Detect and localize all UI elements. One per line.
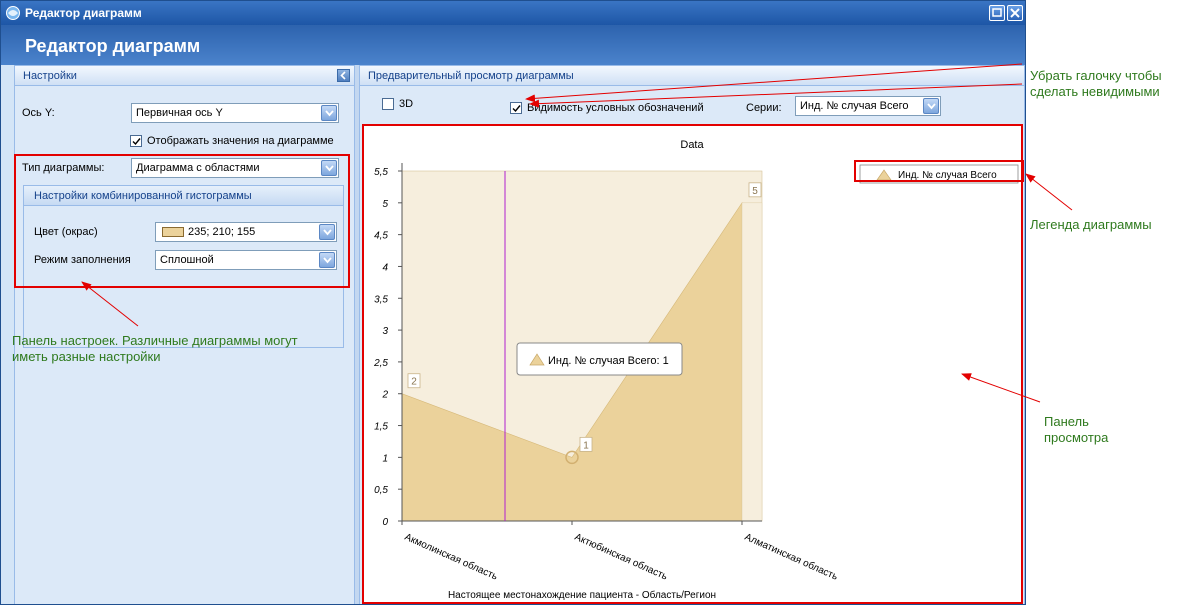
legend-note: Легенда диаграммы <box>1030 217 1152 232</box>
screen: Редактор диаграмм Редактор диаграмм Наст… <box>0 0 1194 605</box>
settings-note: Панель настроек. Различные диаграммы мог… <box>12 333 298 364</box>
arrow-to-settings-box <box>81 281 139 327</box>
arrow-to-legend-box <box>1025 173 1073 211</box>
uncheck-note: Убрать галочку чтобы сделать невидимыми <box>1030 68 1162 99</box>
arrow-to-preview-panel <box>961 373 1041 403</box>
preview-note: Панель просмотра <box>1044 414 1109 445</box>
annotation-arrows <box>81 63 1073 403</box>
